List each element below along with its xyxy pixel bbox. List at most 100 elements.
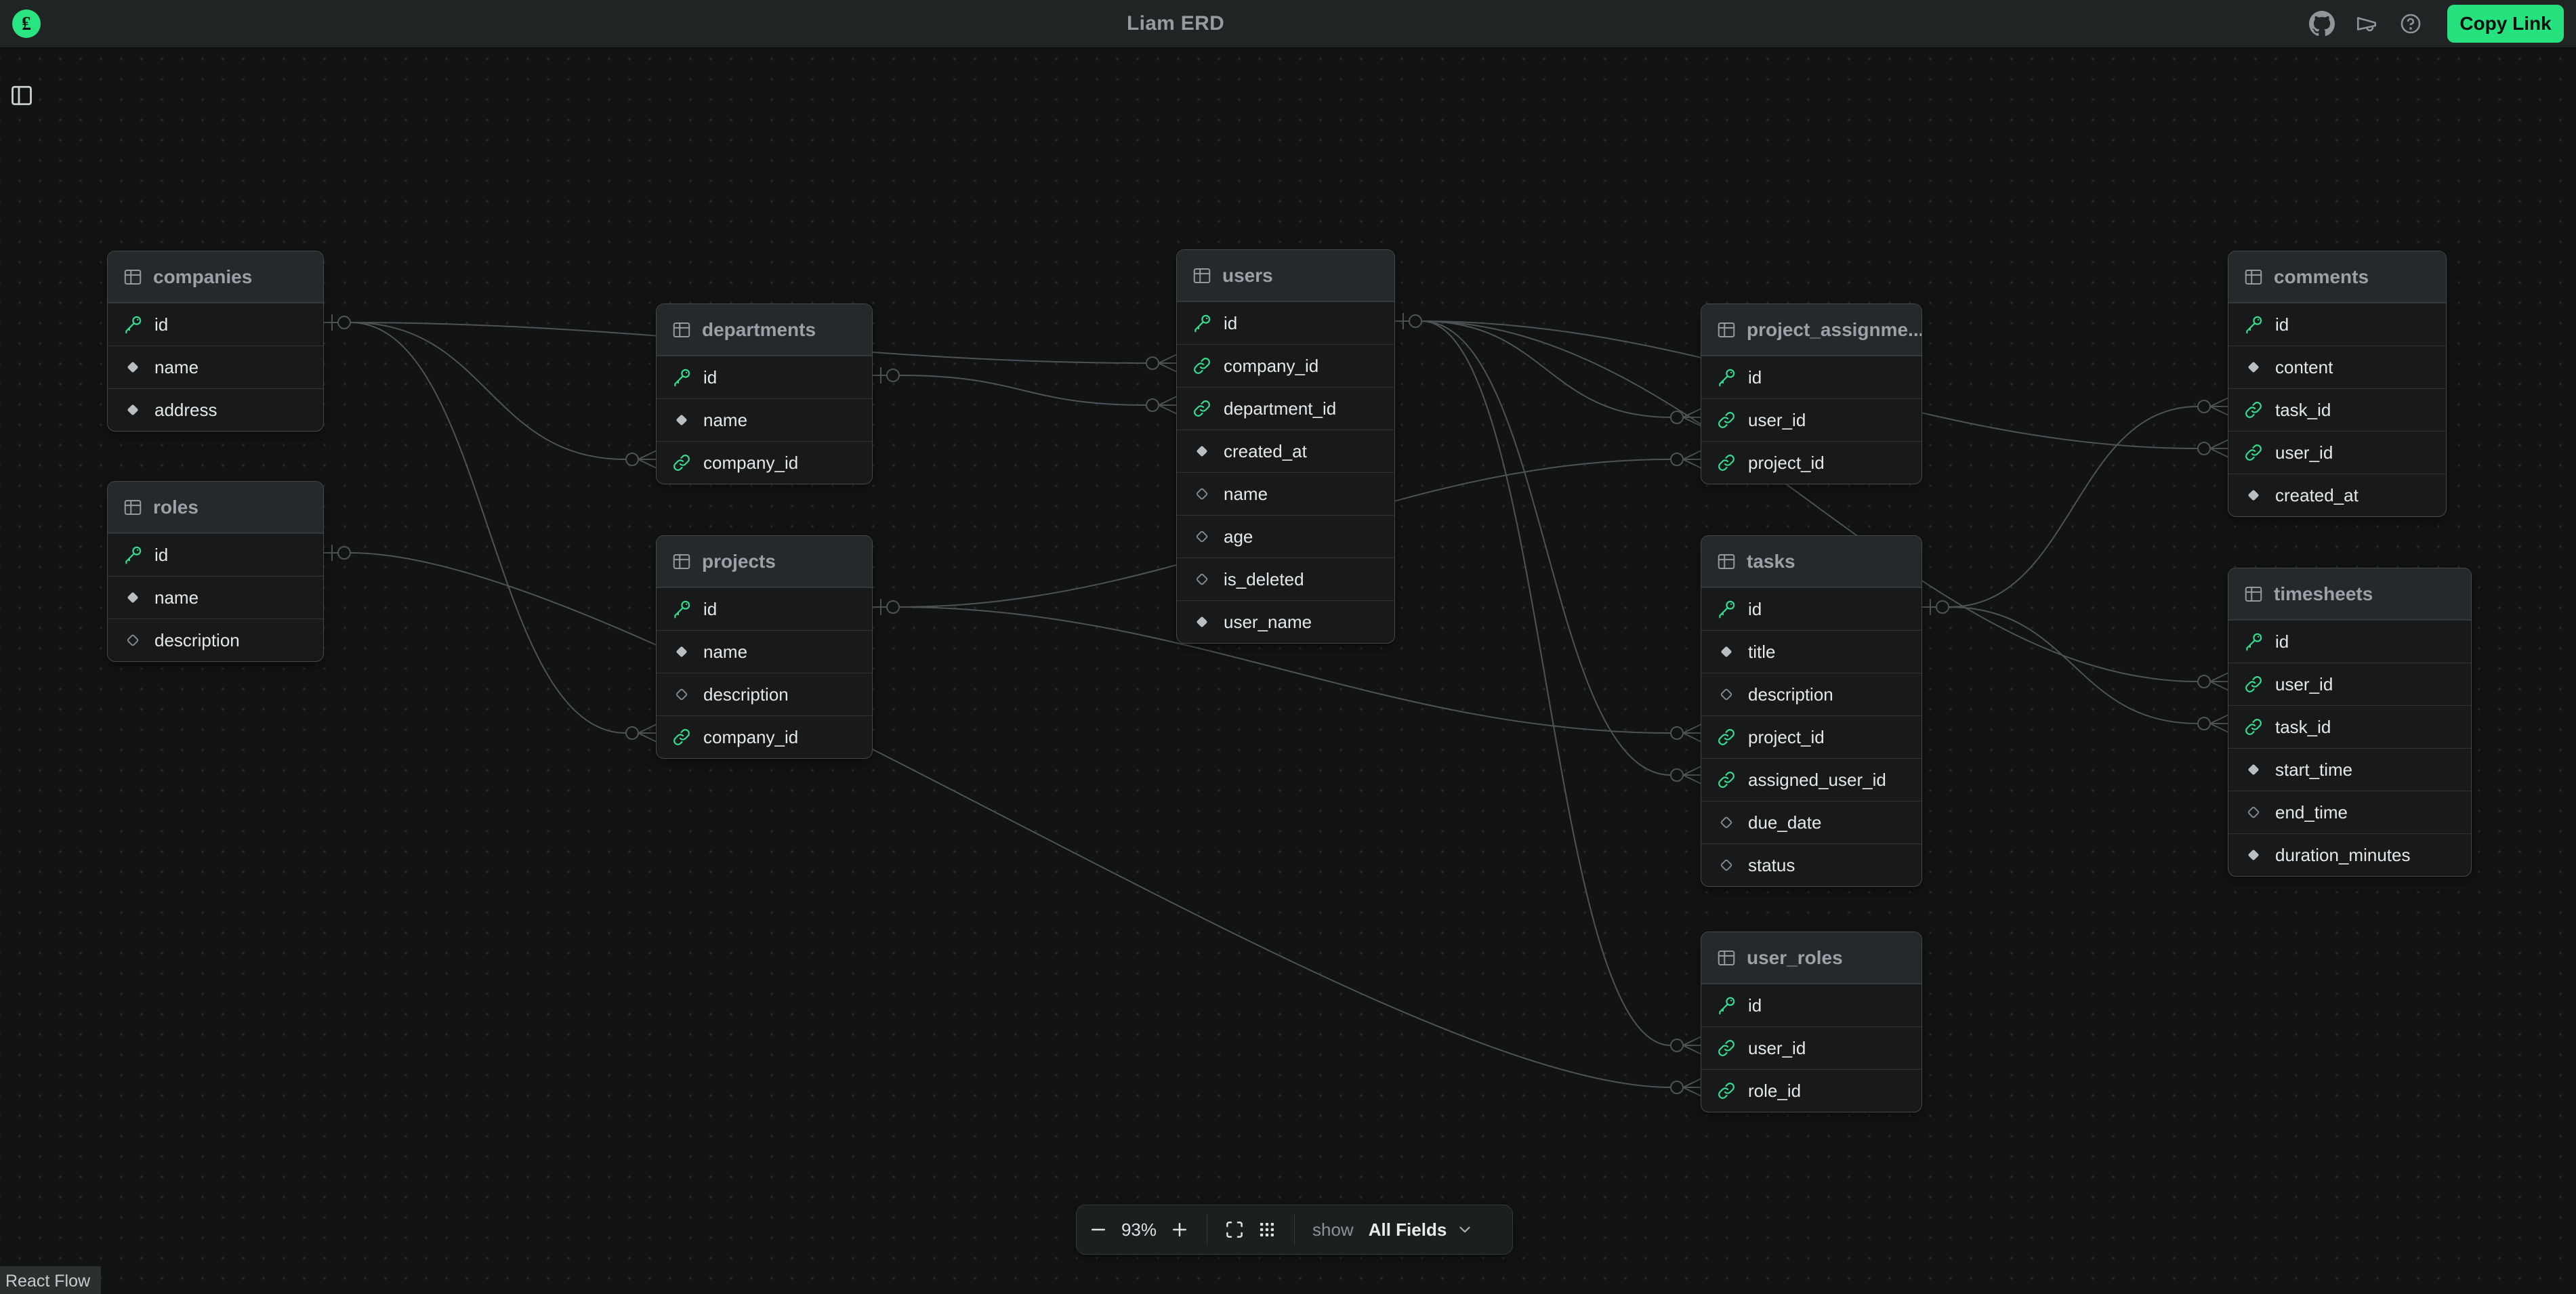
column-row-project_assignments-user_id[interactable]: user_id bbox=[1701, 398, 1921, 441]
table-name: departments bbox=[702, 319, 816, 341]
column-row-comments-user_id[interactable]: user_id bbox=[2228, 431, 2446, 474]
not-null-icon bbox=[2243, 845, 2264, 865]
column-row-timesheets-duration_minutes[interactable]: duration_minutes bbox=[2228, 833, 2471, 876]
table-node-roles[interactable]: rolesidnamedescription bbox=[107, 481, 324, 662]
column-row-companies-id[interactable]: id bbox=[108, 303, 323, 346]
table-node-project_assignments[interactable]: project_assignme...id user_id project_id bbox=[1701, 304, 1922, 484]
column-row-user_roles-user_id[interactable]: user_id bbox=[1701, 1026, 1921, 1069]
column-row-tasks-project_id[interactable]: project_id bbox=[1701, 715, 1921, 758]
column-row-tasks-id[interactable]: id bbox=[1701, 587, 1921, 630]
column-row-roles-description[interactable]: description bbox=[108, 619, 323, 661]
column-row-companies-address[interactable]: address bbox=[108, 388, 323, 431]
zoom-in-button[interactable] bbox=[1163, 1213, 1196, 1246]
copy-link-button[interactable]: Copy Link bbox=[2447, 5, 2564, 43]
liam-logo-icon[interactable]: ₤ bbox=[12, 9, 41, 38]
column-row-comments-id[interactable]: id bbox=[2228, 303, 2446, 346]
edge-users-user_roles-user_id[interactable] bbox=[1421, 321, 1671, 1045]
column-row-roles-id[interactable]: id bbox=[108, 533, 323, 576]
column-row-tasks-status[interactable]: status bbox=[1701, 843, 1921, 886]
table-header-comments[interactable]: comments bbox=[2228, 251, 2446, 303]
column-row-tasks-description[interactable]: description bbox=[1701, 673, 1921, 715]
table-node-timesheets[interactable]: timesheetsiduser_idtask_idstart_timeend_… bbox=[2228, 568, 2472, 877]
column-row-users-age[interactable]: age bbox=[1177, 515, 1394, 558]
table-node-departments[interactable]: departments idname company_id bbox=[656, 304, 873, 484]
table-node-tasks[interactable]: tasks idtitledescription project_idassigne… bbox=[1701, 535, 1922, 887]
table-node-projects[interactable]: projects id namedescriptioncompany_id bbox=[656, 535, 873, 759]
column-row-timesheets-task_id[interactable]: task_id bbox=[2228, 705, 2471, 748]
table-header-project_assignments[interactable]: project_assignme... bbox=[1701, 304, 1921, 356]
column-row-tasks-assigned_user_id[interactable]: assigned_user_id bbox=[1701, 758, 1921, 801]
table-node-companies[interactable]: companiesidnameaddress bbox=[107, 251, 324, 432]
not-null-icon bbox=[123, 587, 143, 608]
table-icon bbox=[1716, 320, 1737, 340]
column-row-project_assignments-project_id[interactable]: project_id bbox=[1701, 441, 1921, 484]
column-row-user_roles-role_id[interactable]: role_id bbox=[1701, 1069, 1921, 1112]
column-row-departments-company_id[interactable]: company_id bbox=[657, 441, 872, 484]
column-name: user_id bbox=[1748, 410, 1806, 431]
column-row-projects-company_id[interactable]: company_id bbox=[657, 715, 872, 758]
column-row-users-department_id[interactable]: department_id bbox=[1177, 387, 1394, 430]
column-name: id bbox=[703, 599, 717, 620]
table-header-companies[interactable]: companies bbox=[108, 251, 323, 303]
edge-companies-projects-company_id[interactable] bbox=[350, 322, 626, 733]
column-row-users-id[interactable]: id bbox=[1177, 301, 1394, 344]
edge-departments-users-department_id[interactable] bbox=[899, 375, 1146, 405]
zoom-out-button[interactable] bbox=[1082, 1213, 1115, 1246]
column-row-users-name[interactable]: name bbox=[1177, 472, 1394, 515]
column-name: company_id bbox=[703, 453, 798, 474]
column-row-user_roles-id[interactable]: id bbox=[1701, 984, 1921, 1026]
column-row-projects-name[interactable]: name bbox=[657, 630, 872, 673]
table-icon bbox=[671, 320, 692, 340]
react-flow-attribution[interactable]: React Flow bbox=[0, 1266, 101, 1294]
column-row-departments-id[interactable]: id bbox=[657, 356, 872, 398]
column-row-users-company_id[interactable]: company_id bbox=[1177, 344, 1394, 387]
table-node-users[interactable]: usersidcompany_iddepartment_idcreated_at… bbox=[1176, 249, 1395, 644]
table-node-comments[interactable]: comments idcontenttask_iduser_idcreated_a… bbox=[2228, 251, 2447, 517]
edge-tasks-timesheets-task_id[interactable] bbox=[1949, 607, 2198, 724]
column-row-users-is_deleted[interactable]: is_deleted bbox=[1177, 558, 1394, 600]
column-row-timesheets-id[interactable]: id bbox=[2228, 620, 2471, 663]
edge-tasks-comments-task_id[interactable] bbox=[1949, 406, 2198, 607]
column-row-users-user_name[interactable]: user_name bbox=[1177, 600, 1394, 643]
table-header-users[interactable]: users bbox=[1177, 250, 1394, 301]
column-row-timesheets-end_time[interactable]: end_time bbox=[2228, 791, 2471, 833]
erd-canvas[interactable]: companiesidnameaddressrolesidnamedescrip… bbox=[0, 0, 2576, 1294]
table-header-timesheets[interactable]: timesheets bbox=[2228, 568, 2471, 620]
column-row-comments-content[interactable]: content bbox=[2228, 346, 2446, 388]
edge-companies-departments-company_id[interactable] bbox=[350, 322, 626, 459]
table-header-projects[interactable]: projects bbox=[657, 536, 872, 587]
column-row-roles-name[interactable]: name bbox=[108, 576, 323, 619]
edge-users-tasks-assigned_user_id[interactable] bbox=[1421, 321, 1671, 775]
edge-roles-user_roles-role_id[interactable] bbox=[350, 553, 1671, 1087]
sidebar-toggle-icon[interactable] bbox=[9, 83, 34, 108]
table-name: tasks bbox=[1747, 551, 1795, 572]
github-icon[interactable] bbox=[2309, 11, 2335, 37]
table-node-user_roles[interactable]: user_rolesiduser_idrole_id bbox=[1701, 932, 1922, 1112]
table-header-roles[interactable]: roles bbox=[108, 482, 323, 533]
not-null-icon bbox=[2243, 357, 2264, 377]
column-row-tasks-due_date[interactable]: due_date bbox=[1701, 801, 1921, 843]
help-icon[interactable] bbox=[2399, 12, 2422, 35]
column-row-timesheets-user_id[interactable]: user_id bbox=[2228, 663, 2471, 705]
column-name: user_name bbox=[1224, 612, 1312, 633]
column-row-tasks-title[interactable]: title bbox=[1701, 630, 1921, 673]
column-row-companies-name[interactable]: name bbox=[108, 346, 323, 388]
edge-users-project_assignments-user_id[interactable] bbox=[1421, 321, 1671, 417]
column-row-timesheets-start_time[interactable]: start_time bbox=[2228, 748, 2471, 791]
column-row-projects-id[interactable]: id bbox=[657, 587, 872, 630]
column-row-projects-description[interactable]: description bbox=[657, 673, 872, 715]
column-name: project_id bbox=[1748, 727, 1825, 748]
table-header-departments[interactable]: departments bbox=[657, 304, 872, 356]
table-header-tasks[interactable]: tasks bbox=[1701, 536, 1921, 587]
column-row-departments-name[interactable]: name bbox=[657, 398, 872, 441]
column-row-users-created_at[interactable]: created_at bbox=[1177, 430, 1394, 472]
column-row-project_assignments-id[interactable]: id bbox=[1701, 356, 1921, 398]
table-name: comments bbox=[2274, 266, 2369, 288]
megaphone-icon[interactable] bbox=[2355, 12, 2378, 35]
column-row-comments-created_at[interactable]: created_at bbox=[2228, 474, 2446, 516]
show-fields-dropdown[interactable]: show All Fields bbox=[1306, 1219, 1480, 1240]
fit-view-button[interactable] bbox=[1218, 1213, 1251, 1246]
table-header-user_roles[interactable]: user_roles bbox=[1701, 932, 1921, 984]
column-row-comments-task_id[interactable]: task_id bbox=[2228, 388, 2446, 431]
tidy-up-button[interactable] bbox=[1251, 1213, 1283, 1246]
